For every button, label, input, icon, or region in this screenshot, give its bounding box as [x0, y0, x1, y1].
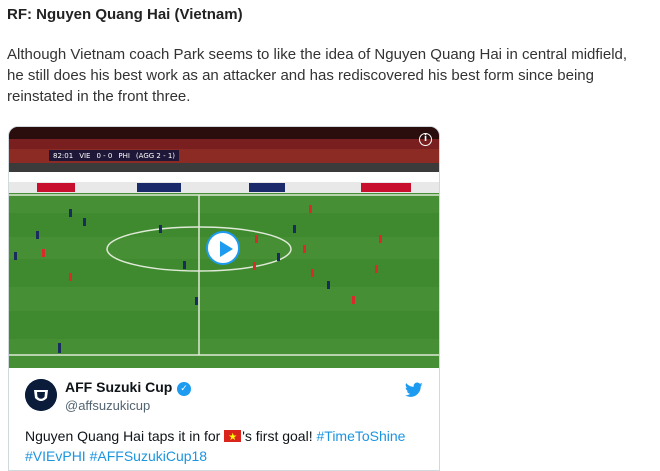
tweet-text-start: Nguyen Quang Hai taps it in for	[25, 428, 225, 444]
play-button[interactable]	[206, 231, 240, 265]
tweet-embed: 82:01 VIE 0 - 0 PHI (AGG 2 - 1) i AFF Su…	[8, 126, 440, 471]
info-icon[interactable]: i	[419, 133, 432, 146]
score: 0 - 0	[96, 151, 113, 160]
video-player[interactable]: 82:01 VIE 0 - 0 PHI (AGG 2 - 1) i	[9, 127, 439, 368]
article-paragraph: Although Vietnam coach Park seems to lik…	[7, 46, 628, 105]
tweet-card: AFF Suzuki Cup ✓ @affsuzukicup Nguyen Qu…	[9, 368, 439, 470]
aggregate-score: (AGG 2 - 1)	[135, 151, 176, 160]
tweet-text: Nguyen Quang Hai taps it in for 's first…	[25, 426, 425, 466]
author-name[interactable]: AFF Suzuki Cup	[65, 379, 172, 395]
scoreboard: 82:01 VIE 0 - 0 PHI (AGG 2 - 1)	[49, 150, 180, 161]
aff-logo-icon	[25, 379, 57, 411]
hashtag-timetoshine[interactable]: #TimeToShine	[317, 428, 406, 444]
home-team: VIE	[79, 151, 91, 160]
hashtag-affsuzukicup18[interactable]: #AFFSuzukiCup18	[90, 448, 208, 464]
match-time: 82:01	[53, 151, 74, 160]
avatar[interactable]	[25, 379, 57, 411]
verified-icon: ✓	[177, 382, 191, 396]
hashtag-vievphi[interactable]: #VIEvPHI	[25, 448, 86, 464]
tweet-text-middle: 's first goal!	[242, 428, 317, 444]
vietnam-flag-icon	[224, 428, 242, 448]
away-team: PHI	[118, 151, 130, 160]
author-handle[interactable]: @affsuzukicup	[65, 398, 150, 413]
twitter-bird-icon[interactable]	[405, 382, 423, 398]
article-heading: RF: Nguyen Quang Hai (Vietnam)	[7, 6, 243, 23]
